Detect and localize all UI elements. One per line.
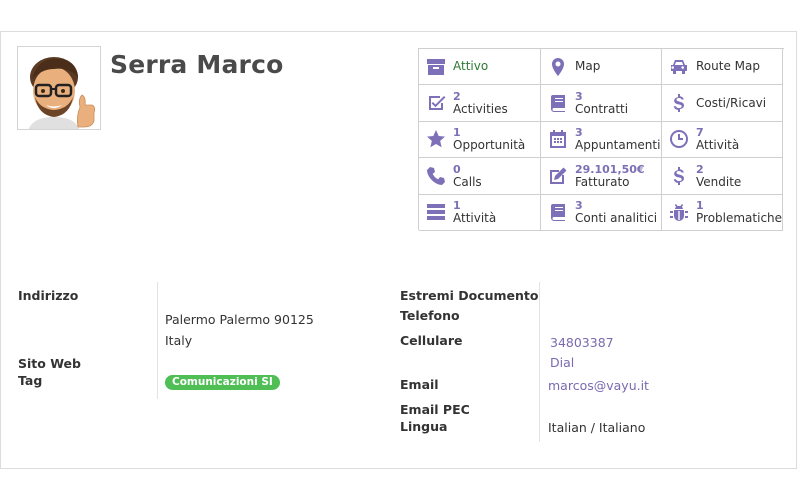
bug-icon (662, 195, 696, 230)
button-label: Attività (696, 138, 740, 153)
button-fatturato[interactable]: 29.101,50€ Fatturato (541, 158, 662, 195)
button-route-map[interactable]: Route Map (662, 49, 783, 86)
field-divider (157, 282, 158, 399)
document-label: Estremi Documento (400, 288, 539, 303)
mobile-label: Cellulare (400, 333, 463, 348)
map-pin-icon (541, 49, 575, 84)
button-conti-analitici[interactable]: 3 Conti analitici (541, 194, 662, 231)
button-problematiche[interactable]: 1 Problematiche (662, 194, 783, 231)
button-value: 29.101,50€ (575, 162, 645, 176)
button-attivo[interactable]: Attivo (419, 49, 541, 86)
memoji-avatar-image (28, 57, 96, 129)
tasks-icon (419, 195, 453, 230)
button-label: Fatturato (575, 174, 630, 189)
avatar[interactable] (17, 46, 101, 130)
button-vendite[interactable]: 2 Vendite (662, 158, 783, 195)
button-calls[interactable]: 0 Calls (419, 158, 541, 195)
phone-label: Telefono (400, 308, 460, 323)
button-label: Route Map (696, 59, 760, 74)
dollar-icon (662, 85, 696, 120)
mobile-value[interactable]: 34803387 (550, 335, 614, 350)
button-attivita-clock[interactable]: 7 Attività (662, 121, 783, 159)
dial-link[interactable]: Dial (550, 355, 574, 370)
edit-icon (541, 158, 575, 193)
partner-name: Serra Marco (110, 50, 284, 79)
button-appuntamenti[interactable]: 3 Appuntamenti (541, 121, 662, 159)
clock-icon (662, 122, 696, 157)
button-label: Contratti (575, 102, 629, 117)
field-divider (539, 282, 540, 442)
address-line-1: Palermo Palermo 90125 (165, 312, 314, 327)
calendar-icon (541, 122, 575, 157)
button-label: Vendite (696, 174, 742, 189)
button-label: Activities (453, 102, 508, 117)
checkbox-icon (419, 85, 453, 120)
button-label: Opportunità (453, 138, 526, 153)
button-label: Attivo (453, 59, 489, 74)
book-icon (541, 195, 575, 230)
button-label: Attività (453, 211, 497, 226)
button-label: Problematiche (696, 211, 783, 226)
language-label: Lingua (400, 419, 448, 434)
smart-buttons-grid: Attivo Map Route Map 2 Activities 3 Cont… (418, 48, 784, 231)
button-label: Appuntamenti (575, 138, 661, 153)
archive-icon (419, 49, 453, 84)
tag-badge[interactable]: Comunicazioni SI (165, 375, 280, 390)
button-costi-ricavi[interactable]: Costi/Ricavi (662, 85, 783, 122)
button-label: Conti analitici (575, 211, 658, 226)
car-icon (662, 49, 696, 84)
email-value[interactable]: marcos@vayu.it (548, 378, 649, 393)
language-value: Italian / Italiano (548, 420, 646, 435)
button-attivita-tasks[interactable]: 1 Attività (419, 194, 541, 231)
button-label: Map (575, 59, 601, 74)
button-activities[interactable]: 2 Activities (419, 85, 541, 122)
website-label: Sito Web (18, 356, 81, 371)
address-line-2: Italy (165, 333, 193, 348)
button-value: 2 (696, 162, 704, 176)
phone-icon (419, 158, 453, 193)
button-contratti[interactable]: 3 Contratti (541, 85, 662, 122)
pec-label: Email PEC (400, 402, 470, 417)
star-icon (419, 122, 453, 157)
button-map[interactable]: Map (541, 49, 662, 86)
button-label: Calls (453, 174, 482, 189)
button-opportunita[interactable]: 1 Opportunità (419, 121, 541, 159)
email-label: Email (400, 377, 439, 392)
book-icon (541, 85, 575, 120)
address-label: Indirizzo (18, 288, 79, 303)
tag-label: Tag (18, 373, 43, 388)
dollar-icon (662, 158, 696, 193)
button-label: Costi/Ricavi (696, 95, 767, 110)
button-value: 0 (453, 162, 461, 176)
